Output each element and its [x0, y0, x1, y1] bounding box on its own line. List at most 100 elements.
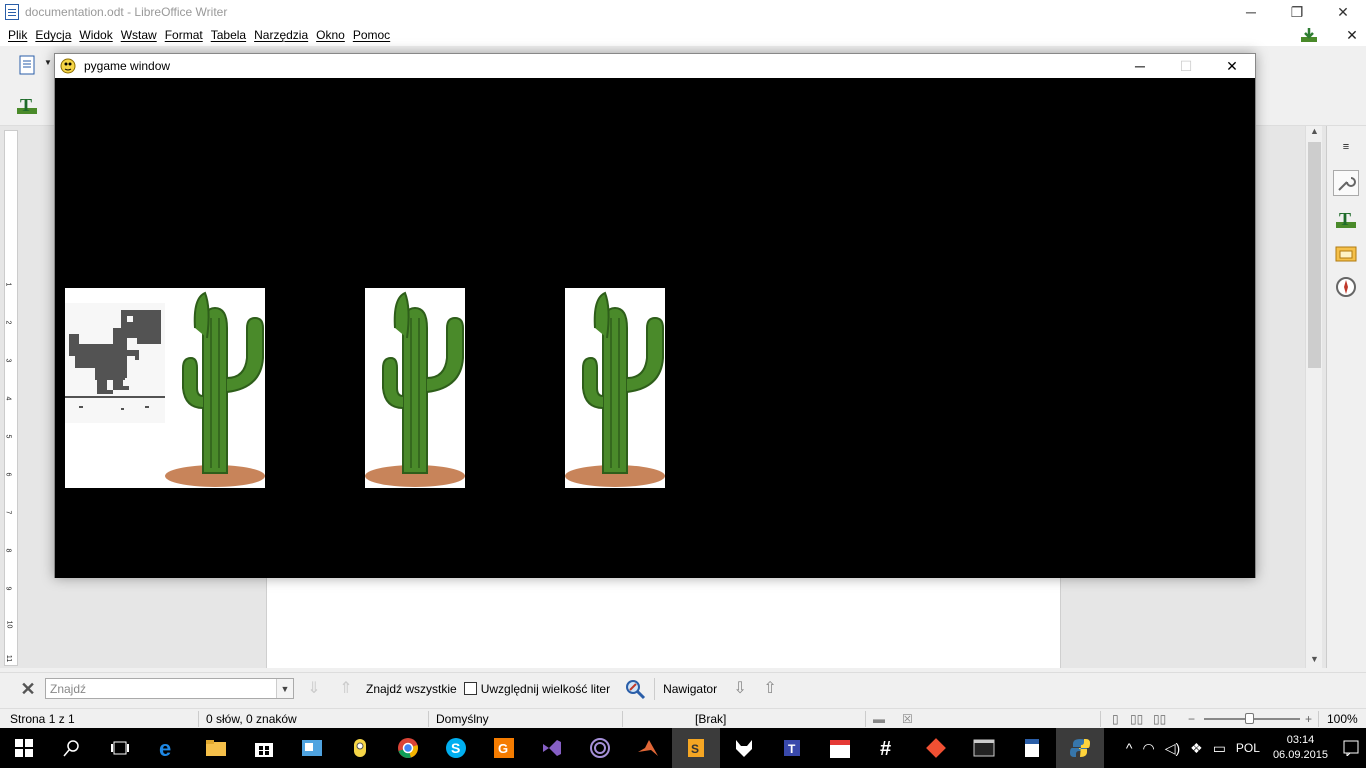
- writer-window-controls: ─ ❐ ✕: [1228, 0, 1366, 24]
- taskbar-app-file-explorer[interactable]: [192, 728, 240, 768]
- wifi-icon[interactable]: ◠: [1137, 740, 1159, 757]
- document-modified-icon[interactable]: ☒: [902, 712, 913, 726]
- menu-edycja[interactable]: Edycja: [31, 28, 75, 42]
- menu-plik[interactable]: Plik: [4, 28, 31, 42]
- svg-text:G: G: [498, 741, 508, 756]
- close-button[interactable]: ✕: [1320, 0, 1366, 24]
- pygame-minimize-button[interactable]: ─: [1117, 54, 1163, 78]
- menu-okno[interactable]: Okno: [312, 28, 349, 42]
- taskbar-app-git[interactable]: [912, 728, 960, 768]
- cactus-image: [165, 291, 265, 487]
- sidebar-deck: ≡ T: [1326, 126, 1366, 668]
- navigate-up-icon[interactable]: ⇧: [759, 678, 781, 700]
- zoom-in-icon[interactable]: +: [1305, 712, 1312, 726]
- multi-page-view-icon[interactable]: ▯▯: [1130, 712, 1143, 726]
- python-icon: [1070, 739, 1090, 757]
- book-view-icon[interactable]: ▯▯: [1153, 712, 1166, 726]
- menu-wstaw[interactable]: Wstaw: [117, 28, 161, 42]
- volume-icon[interactable]: ◁): [1160, 740, 1185, 757]
- taskbar-app-calendar[interactable]: [816, 728, 864, 768]
- divider: [1100, 711, 1101, 727]
- find-all-button[interactable]: Znajdź wszystkie: [366, 682, 457, 696]
- dropbox-icon[interactable]: ❖: [1185, 740, 1208, 757]
- zoom-level[interactable]: 100%: [1327, 712, 1358, 726]
- navigator-compass-icon[interactable]: [1333, 274, 1359, 300]
- game-canvas[interactable]: [55, 78, 1255, 578]
- find-next-icon[interactable]: ⇓: [304, 679, 324, 699]
- writer-document-icon: [5, 4, 19, 20]
- close-document-button[interactable]: ✕: [1344, 27, 1360, 43]
- ruler-label: 4: [4, 396, 12, 401]
- input-language[interactable]: POL: [1231, 741, 1265, 755]
- notification-message-icon[interactable]: ▭: [1208, 740, 1231, 757]
- scroll-down-icon[interactable]: ▼: [1306, 654, 1323, 668]
- zoom-slider-knob[interactable]: [1245, 713, 1254, 724]
- start-button[interactable]: [0, 728, 48, 768]
- taskbar-app-pdf[interactable]: G: [480, 728, 528, 768]
- find-placeholder: Znajdź: [50, 681, 87, 696]
- menu-format[interactable]: Format: [161, 28, 207, 42]
- action-center-button[interactable]: [1336, 728, 1366, 768]
- match-case-checkbox[interactable]: [463, 682, 477, 695]
- taskbar-app-visual-studio[interactable]: [528, 728, 576, 768]
- store-icon: [255, 743, 273, 757]
- taskbar-app-skype[interactable]: S: [432, 728, 480, 768]
- taskbar-app-matlab[interactable]: [624, 728, 672, 768]
- taskbar-app-outlook[interactable]: [288, 728, 336, 768]
- taskbar-app-tray-app[interactable]: T: [768, 728, 816, 768]
- taskbar-app-cmd[interactable]: [960, 728, 1008, 768]
- menu-widok[interactable]: Widok: [75, 28, 116, 42]
- taskbar-app-minion[interactable]: [336, 728, 384, 768]
- scrollbar-thumb[interactable]: [1308, 142, 1321, 368]
- new-document-icon[interactable]: [16, 54, 38, 76]
- clock[interactable]: 03:14 06.09.2015: [1265, 733, 1336, 763]
- search-button[interactable]: [48, 728, 96, 768]
- status-page-style[interactable]: Domyślny: [436, 712, 489, 726]
- update-download-icon[interactable]: [1300, 27, 1318, 43]
- find-previous-icon[interactable]: ⇑: [336, 679, 356, 699]
- pygame-snake-icon: [60, 58, 76, 74]
- gallery-icon[interactable]: [1333, 240, 1359, 266]
- menubar: Plik Edycja Widok Wstaw Format Tabela Na…: [0, 24, 1366, 46]
- find-history-dropdown-icon[interactable]: ▼: [276, 679, 293, 698]
- find-input[interactable]: Znajdź ▼: [45, 678, 294, 699]
- restore-button[interactable]: ❐: [1274, 0, 1320, 24]
- status-language[interactable]: [Brak]: [695, 712, 726, 726]
- styles-icon[interactable]: T: [1333, 206, 1359, 232]
- status-word-count[interactable]: 0 słów, 0 znaków: [206, 712, 297, 726]
- text-style-icon[interactable]: T: [16, 94, 38, 116]
- taskbar-app-chrome[interactable]: [384, 728, 432, 768]
- show-hidden-icons-chevron-icon[interactable]: ^: [1121, 740, 1138, 756]
- dino-image: [65, 303, 165, 423]
- taskbar-app-store[interactable]: [240, 728, 288, 768]
- taskbar-app-slack[interactable]: #: [864, 728, 912, 768]
- taskbar-app-inkscape[interactable]: [720, 728, 768, 768]
- taskbar-app-writer[interactable]: [1008, 728, 1056, 768]
- taskbar-app-edge[interactable]: e: [144, 728, 192, 768]
- find-replace-icon[interactable]: [624, 678, 646, 700]
- properties-wrench-icon[interactable]: [1333, 170, 1359, 196]
- single-page-view-icon[interactable]: ▯: [1112, 712, 1119, 726]
- menu-narzedzia[interactable]: Narzędzia: [250, 28, 312, 42]
- taskbar-app-python[interactable]: [1056, 728, 1104, 768]
- matlab-icon: [638, 740, 658, 756]
- sidebar-menu-icon[interactable]: ≡: [1333, 134, 1359, 160]
- svg-text:T: T: [20, 95, 32, 115]
- task-view-button[interactable]: [96, 728, 144, 768]
- minimize-button[interactable]: ─: [1228, 0, 1274, 24]
- taskbar-app-sublime[interactable]: S: [672, 728, 720, 768]
- scroll-up-icon[interactable]: ▲: [1306, 126, 1323, 140]
- navigator-button[interactable]: Nawigator: [663, 682, 717, 696]
- insert-mode-icon[interactable]: ▬: [873, 712, 885, 726]
- pygame-close-button[interactable]: ✕: [1209, 54, 1255, 78]
- zoom-out-icon[interactable]: −: [1188, 712, 1195, 726]
- vertical-scrollbar[interactable]: ▲ ▼: [1305, 126, 1322, 668]
- status-page[interactable]: Strona 1 z 1: [10, 712, 75, 726]
- new-dropdown-icon[interactable]: ▼: [44, 58, 52, 67]
- taskbar-app-tor[interactable]: [576, 728, 624, 768]
- navigate-down-icon[interactable]: ⇩: [729, 678, 751, 700]
- menu-tabela[interactable]: Tabela: [207, 28, 250, 42]
- menu-pomoc[interactable]: Pomoc: [349, 28, 394, 42]
- pygame-maximize-button: ☐: [1179, 57, 1193, 74]
- close-find-bar-button[interactable]: ✕: [18, 679, 38, 699]
